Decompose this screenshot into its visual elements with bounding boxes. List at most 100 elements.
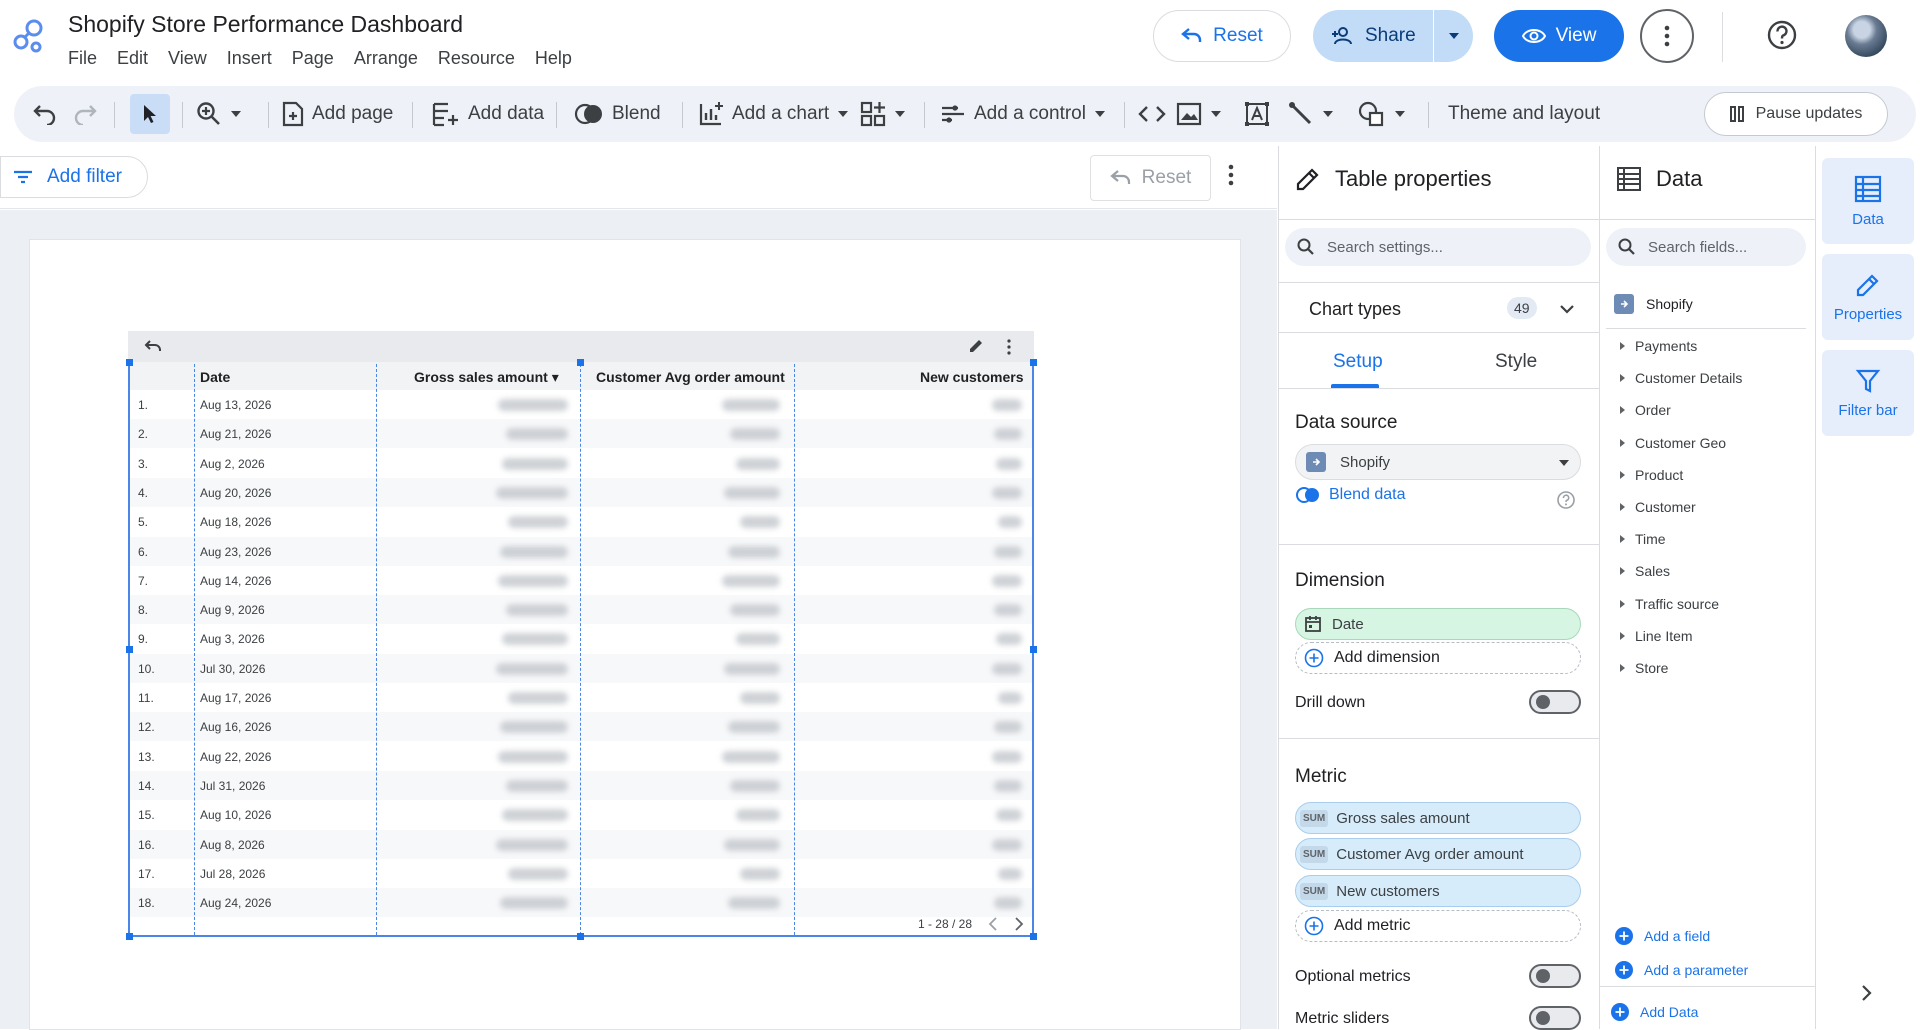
text-button[interactable] xyxy=(1244,86,1270,142)
menu-page[interactable]: Page xyxy=(292,48,334,69)
search-settings-input[interactable]: Search settings... xyxy=(1285,228,1591,266)
menu-edit[interactable]: Edit xyxy=(117,48,148,69)
field-group-store[interactable]: Store xyxy=(1620,660,1668,676)
user-avatar[interactable] xyxy=(1845,15,1887,57)
column-header-avg-order[interactable]: Customer Avg order amount xyxy=(596,369,785,385)
help-icon[interactable] xyxy=(1765,18,1799,52)
field-group-sales[interactable]: Sales xyxy=(1620,563,1670,579)
menu-file[interactable]: File xyxy=(68,48,97,69)
sum-aggregation-tag[interactable]: SUM xyxy=(1300,845,1329,863)
table-row[interactable]: 16. Aug 8, 2026 xyxy=(130,829,1032,859)
chart-types-row[interactable]: Chart types 49 xyxy=(1279,284,1599,332)
field-group-time[interactable]: Time xyxy=(1620,531,1666,547)
filter-reset-button[interactable]: Reset xyxy=(1090,155,1211,201)
menu-arrange[interactable]: Arrange xyxy=(354,48,418,69)
field-group-customer[interactable]: Customer xyxy=(1620,499,1696,515)
data-source-select[interactable]: Shopify xyxy=(1295,444,1581,480)
field-group-traffic-source[interactable]: Traffic source xyxy=(1620,596,1719,612)
menu-view[interactable]: View xyxy=(168,48,207,69)
table-row[interactable]: 7. Aug 14, 2026 xyxy=(130,566,1032,595)
field-group-order[interactable]: Order xyxy=(1620,402,1671,418)
field-group-payments[interactable]: Payments xyxy=(1620,338,1697,354)
undo-button[interactable] xyxy=(32,86,58,142)
table-row[interactable]: 12. Aug 16, 2026 xyxy=(130,712,1032,742)
table-row[interactable]: 17. Jul 28, 2026 xyxy=(130,859,1032,888)
add-metric-button[interactable]: Add metric xyxy=(1295,910,1581,942)
sum-aggregation-tag[interactable]: SUM xyxy=(1300,882,1329,900)
field-group-customer-geo[interactable]: Customer Geo xyxy=(1620,435,1726,451)
chevron-left-icon[interactable] xyxy=(988,917,998,931)
share-dropdown-button[interactable] xyxy=(1434,10,1473,62)
add-data-button[interactable]: Add data xyxy=(432,86,544,142)
blend-data-link[interactable]: Blend data xyxy=(1295,486,1406,504)
column-header-new-customers[interactable]: New customers xyxy=(920,369,1023,385)
optional-metrics-toggle[interactable] xyxy=(1529,964,1581,988)
field-group-product[interactable]: Product xyxy=(1620,467,1683,483)
image-button[interactable] xyxy=(1176,86,1222,142)
table-row[interactable]: 15. Aug 10, 2026 xyxy=(130,800,1032,829)
help-circle-icon[interactable] xyxy=(1556,490,1576,510)
add-filter-button[interactable]: Add filter xyxy=(0,156,148,198)
resize-handle[interactable] xyxy=(1030,359,1037,366)
dimension-chip-date[interactable]: Date xyxy=(1295,608,1581,640)
theme-and-layout-button[interactable]: Theme and layout xyxy=(1448,86,1600,142)
embed-url-button[interactable] xyxy=(1138,86,1166,142)
looker-studio-logo-icon[interactable] xyxy=(10,16,50,56)
column-header-gross-sales[interactable]: Gross sales amount ▾ xyxy=(414,369,559,386)
rail-properties-button[interactable]: Properties xyxy=(1822,254,1914,340)
edit-pencil-icon[interactable] xyxy=(968,338,984,354)
community-visualizations-button[interactable] xyxy=(860,86,906,142)
shape-button[interactable] xyxy=(1358,86,1406,142)
add-data-link[interactable]: Add Data xyxy=(1610,1002,1698,1022)
menu-resource[interactable]: Resource xyxy=(438,48,515,69)
chevron-right-icon[interactable] xyxy=(1861,984,1873,1002)
field-group-line-item[interactable]: Line Item xyxy=(1620,628,1693,644)
menu-help[interactable]: Help xyxy=(535,48,572,69)
resize-handle[interactable] xyxy=(577,359,584,366)
add-field-link[interactable]: Add a field xyxy=(1614,926,1710,946)
view-button[interactable]: View xyxy=(1494,10,1624,62)
table-row[interactable]: 10. Jul 30, 2026 xyxy=(130,653,1032,683)
zoom-button[interactable] xyxy=(196,86,242,142)
add-parameter-link[interactable]: Add a parameter xyxy=(1614,960,1748,980)
table-row[interactable]: 6. Aug 23, 2026 xyxy=(130,536,1032,566)
metric-chip-new-customers[interactable]: SUM New customers xyxy=(1295,875,1581,907)
table-row[interactable]: 2. Aug 21, 2026 xyxy=(130,419,1032,449)
reset-button[interactable]: Reset xyxy=(1153,10,1291,62)
table-row[interactable]: 14. Jul 31, 2026 xyxy=(130,770,1032,800)
table-row[interactable]: 18. Aug 24, 2026 xyxy=(130,888,1032,918)
select-tool-button[interactable] xyxy=(130,94,170,134)
sum-aggregation-tag[interactable]: SUM xyxy=(1300,809,1329,827)
table-row[interactable]: 1. Aug 13, 2026 xyxy=(130,390,1032,419)
field-group-customer-details[interactable]: Customer Details xyxy=(1620,370,1742,386)
table-row[interactable]: 13. Aug 22, 2026 xyxy=(130,742,1032,771)
drill-down-toggle[interactable] xyxy=(1529,690,1581,714)
redo-button[interactable] xyxy=(72,86,98,142)
metric-chip-gross-sales[interactable]: SUM Gross sales amount xyxy=(1295,802,1581,834)
metric-sliders-toggle[interactable] xyxy=(1529,1006,1581,1030)
resize-handle[interactable] xyxy=(577,933,584,940)
menu-insert[interactable]: Insert xyxy=(227,48,272,69)
resize-handle[interactable] xyxy=(126,646,133,653)
share-button[interactable]: Share xyxy=(1313,10,1433,62)
table-row[interactable]: 3. Aug 2, 2026 xyxy=(130,449,1032,478)
resize-handle[interactable] xyxy=(1030,933,1037,940)
chart-more-icon[interactable] xyxy=(1007,339,1011,355)
add-dimension-button[interactable]: Add dimension xyxy=(1295,642,1581,674)
blend-button[interactable]: Blend xyxy=(574,86,661,142)
chart-undo-icon[interactable] xyxy=(144,339,162,353)
rail-filter-bar-button[interactable]: Filter bar xyxy=(1822,350,1914,436)
metric-chip-avg-order[interactable]: SUM Customer Avg order amount xyxy=(1295,838,1581,870)
report-title[interactable]: Shopify Store Performance Dashboard xyxy=(68,11,463,38)
add-chart-button[interactable]: Add a chart xyxy=(698,86,849,142)
table-row[interactable]: 11. Aug 17, 2026 xyxy=(130,683,1032,712)
table-chart[interactable]: Date Gross sales amount ▾ Customer Avg o… xyxy=(126,331,1037,940)
more-options-button[interactable] xyxy=(1640,9,1694,63)
data-source-item-shopify[interactable]: Shopify xyxy=(1614,294,1693,314)
filter-more-icon[interactable] xyxy=(1228,164,1234,186)
tab-setup[interactable]: Setup xyxy=(1333,351,1383,373)
table-row[interactable]: 8. Aug 9, 2026 xyxy=(130,595,1032,625)
resize-handle[interactable] xyxy=(1030,646,1037,653)
chevron-right-icon[interactable] xyxy=(1014,917,1024,931)
tab-style[interactable]: Style xyxy=(1495,351,1537,373)
